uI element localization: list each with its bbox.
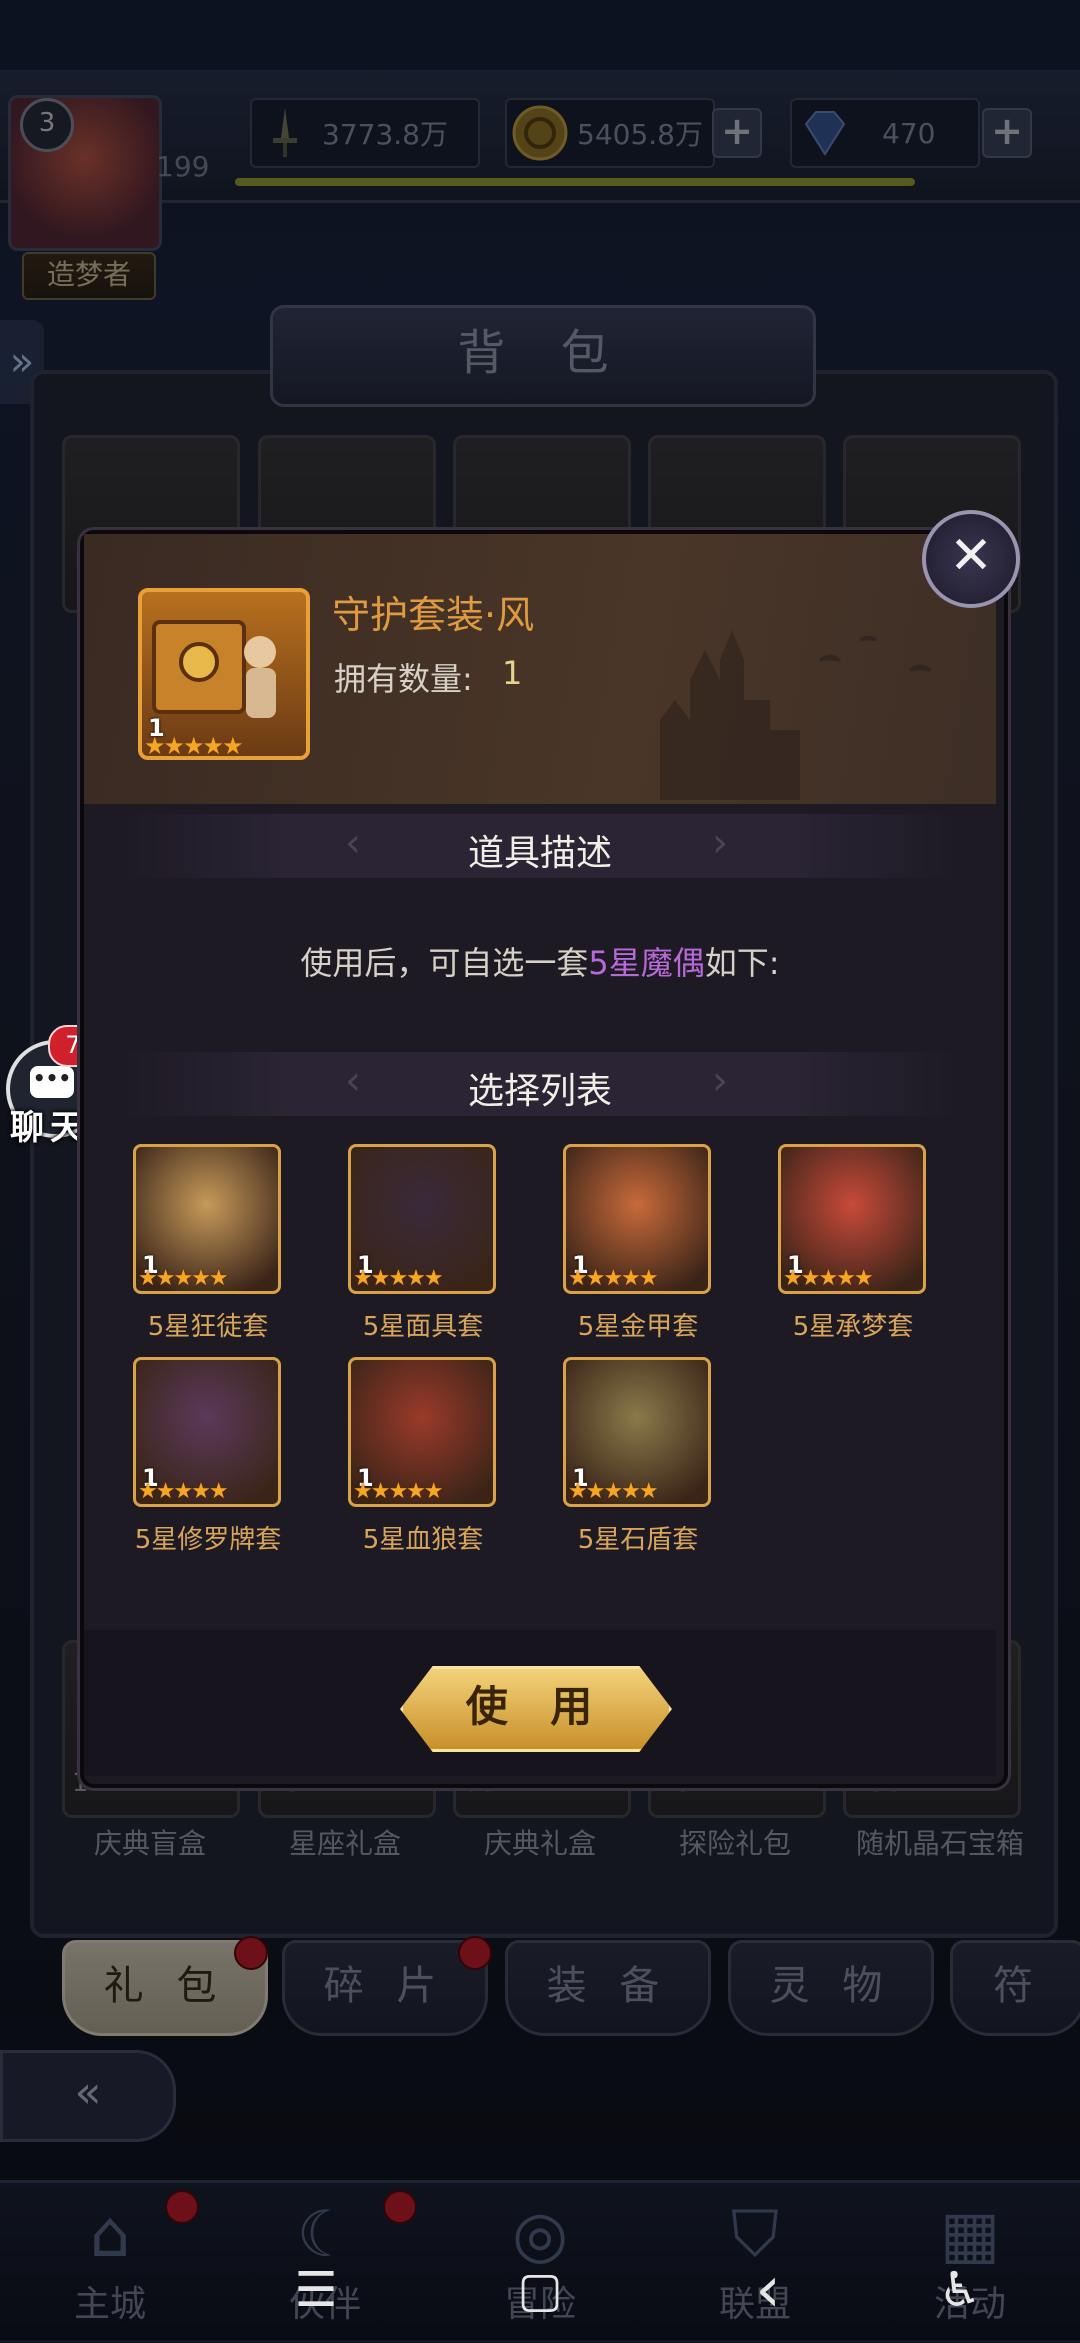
- option-item[interactable]: 1 ★★★★★: [563, 1144, 711, 1294]
- owned-count-value: 1: [502, 654, 523, 692]
- desc-highlight: 5星魔偶: [588, 944, 705, 982]
- option-stars: ★★★★★: [353, 1479, 444, 1504]
- system-home-icon[interactable]: ▢: [500, 2250, 580, 2330]
- item-stars: ★★★★★: [144, 732, 244, 760]
- castle-silhouette-icon: [660, 630, 931, 800]
- option-label: 5星承梦套: [792, 1312, 914, 1342]
- option-label: 5星金甲套: [577, 1312, 699, 1342]
- option-item[interactable]: 1 ★★★★★: [133, 1144, 281, 1294]
- option-item[interactable]: 1 ★★★★★: [348, 1357, 496, 1507]
- option-stars: ★★★★★: [568, 1266, 659, 1291]
- item-description: 使用后，可自选一套5星魔偶如下:: [120, 938, 960, 984]
- option-label: 5星血狼套: [362, 1525, 484, 1555]
- option-label: 5星狂徒套: [147, 1312, 269, 1342]
- close-button[interactable]: ✕: [922, 510, 1020, 608]
- accessibility-icon[interactable]: ♿: [920, 2250, 1000, 2330]
- option-stars: ★★★★★: [138, 1479, 229, 1504]
- use-button[interactable]: 使 用: [400, 1666, 672, 1752]
- desc-text: 如下:: [704, 944, 780, 982]
- item-icon: 1 ★★★★★: [138, 588, 310, 760]
- chat-bubble-icon: •••: [30, 1066, 74, 1098]
- desc-text: 使用后，可自选一套: [300, 944, 589, 982]
- section-title-desc: 道具描述: [467, 833, 612, 874]
- option-item[interactable]: 1 ★★★★★: [133, 1357, 281, 1507]
- system-back-icon[interactable]: ‹: [728, 2250, 808, 2330]
- item-title: 守护套装·风: [332, 593, 535, 637]
- section-title-list: 选择列表: [467, 1071, 612, 1112]
- option-label: 5星修罗牌套: [134, 1525, 282, 1555]
- option-stars: ★★★★★: [353, 1266, 444, 1291]
- option-label: 5星石盾套: [577, 1525, 699, 1555]
- option-item[interactable]: 1 ★★★★★: [778, 1144, 926, 1294]
- option-stars: ★★★★★: [568, 1479, 659, 1504]
- system-menu-icon[interactable]: ☰: [276, 2250, 356, 2330]
- option-stars: ★★★★★: [783, 1266, 874, 1291]
- owned-count-label: 拥有数量:: [334, 660, 473, 698]
- option-stars: ★★★★★: [138, 1266, 229, 1291]
- option-item[interactable]: 1 ★★★★★: [348, 1144, 496, 1294]
- option-item[interactable]: 1 ★★★★★: [563, 1357, 711, 1507]
- option-label: 5星面具套: [362, 1312, 484, 1342]
